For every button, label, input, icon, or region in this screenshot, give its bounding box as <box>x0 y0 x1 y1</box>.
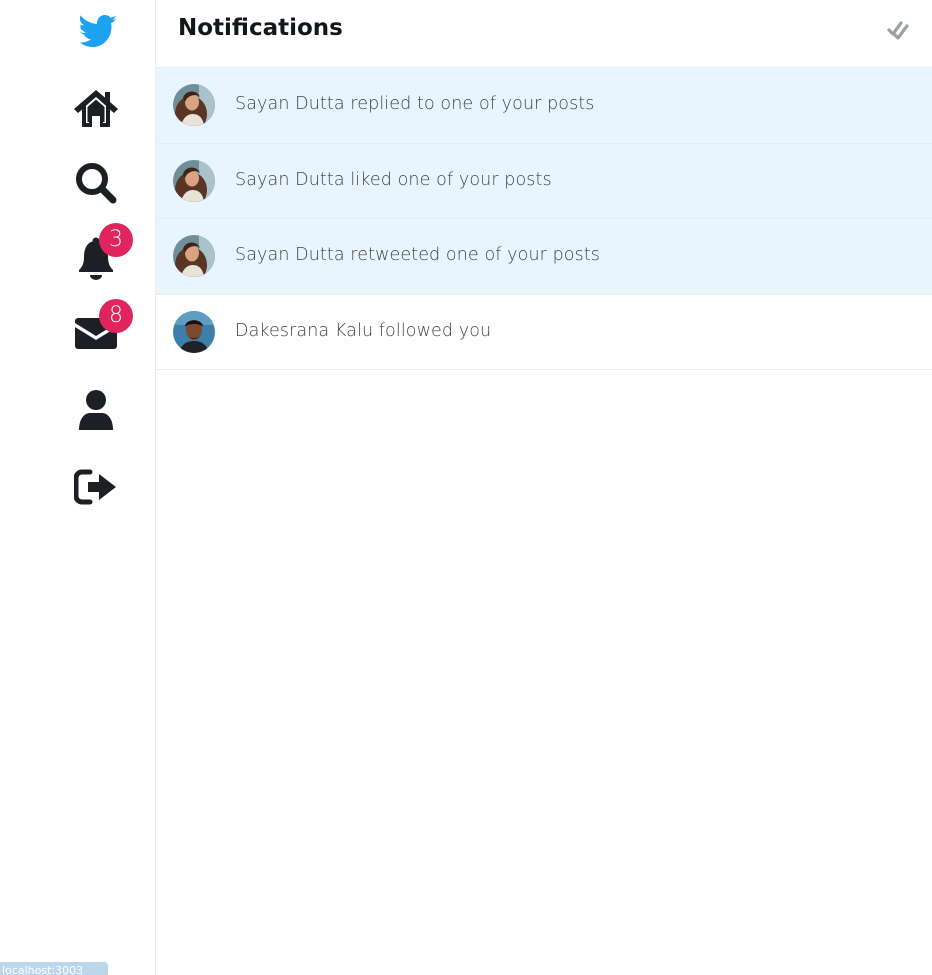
notification-item[interactable]: Sayan Dutta retweeted one of your posts <box>156 219 932 295</box>
main-content: Notifications Sayan Dutta replied to one… <box>156 0 932 975</box>
sidebar-item-search[interactable] <box>56 148 136 218</box>
notification-item[interactable]: Sayan Dutta liked one of your posts <box>156 143 932 219</box>
search-icon <box>74 161 118 205</box>
sidebar-item-home[interactable] <box>56 73 136 143</box>
avatar[interactable] <box>173 310 215 353</box>
sidebar: 3 8 <box>0 0 156 975</box>
user-icon <box>76 388 116 432</box>
home-icon <box>72 87 120 129</box>
messages-badge: 8 <box>99 299 133 333</box>
twitter-bird-icon <box>74 11 118 55</box>
page-title: Notifications <box>178 15 343 41</box>
notification-text: Dakesrana Kalu followed you <box>235 320 492 341</box>
logo-link[interactable] <box>56 0 136 66</box>
sidebar-item-messages[interactable]: 8 <box>56 298 136 368</box>
notification-text: Sayan Dutta retweeted one of your posts <box>235 245 601 265</box>
mark-all-read-button[interactable] <box>886 20 910 44</box>
avatar[interactable] <box>173 84 215 126</box>
notification-item[interactable]: Dakesrana Kalu followed you <box>156 295 932 370</box>
notifications-badge: 3 <box>99 223 133 257</box>
page-header: Notifications <box>156 0 932 68</box>
status-bar-url: localhost:3003 <box>0 962 108 975</box>
sidebar-item-profile[interactable] <box>56 375 136 445</box>
notification-item[interactable]: Sayan Dutta replied to one of your posts <box>156 68 932 144</box>
notification-list: Sayan Dutta replied to one of your posts… <box>156 68 932 370</box>
notification-text: Sayan Dutta replied to one of your posts <box>235 94 595 114</box>
avatar[interactable] <box>173 235 215 277</box>
sidebar-item-logout[interactable] <box>56 452 136 522</box>
notification-text: Sayan Dutta liked one of your posts <box>235 169 552 190</box>
avatar[interactable] <box>173 159 215 202</box>
app-root: 3 8 Notifications Sayan Dutta replied to… <box>0 0 932 975</box>
sidebar-item-notifications[interactable]: 3 <box>56 223 136 293</box>
sign-out-icon <box>74 469 118 505</box>
double-check-icon <box>887 20 909 44</box>
